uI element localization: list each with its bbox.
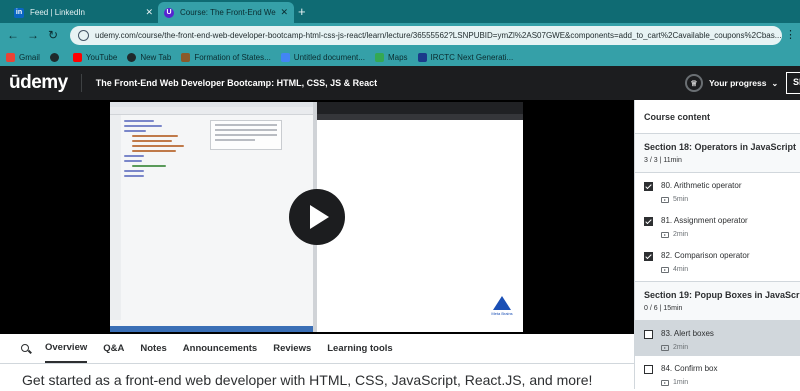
forward-arrow-icon[interactable]: → [26, 28, 40, 42]
play-button[interactable] [289, 189, 345, 245]
lecture-title: 81. Assignment operator [661, 216, 748, 225]
tab-overview[interactable]: Overview [45, 334, 88, 363]
video-icon [661, 379, 669, 386]
url-text: udemy.com/course/the-front-end-web-devel… [95, 31, 782, 40]
code-editor-thumbnail [110, 102, 317, 332]
completed-checkbox[interactable] [644, 252, 653, 261]
close-tab-icon[interactable]: ✕ [280, 7, 288, 18]
tab-reviews[interactable]: Reviews [273, 335, 311, 362]
lecture-title: 83. Alert boxes [661, 329, 714, 338]
lecture-title: 84. Confirm box [661, 364, 718, 373]
section-title: Section 18: Operators in JavaScript [644, 142, 797, 152]
tab-title: Course: The Front-End Web De [180, 8, 276, 17]
play-icon [310, 205, 329, 229]
irctc-icon [417, 52, 427, 62]
udemy-header: ūdemy The Front-End Web Developer Bootca… [0, 66, 800, 100]
header-divider [80, 74, 82, 92]
site-info-icon[interactable] [78, 30, 89, 41]
lecture-item-current[interactable]: 83. Alert boxes 2min [635, 321, 800, 356]
tab-title: Feed | LinkedIn [30, 8, 86, 17]
back-arrow-icon[interactable]: ← [6, 28, 20, 42]
globe-icon [49, 52, 59, 62]
browser-preview-thumbnail: Meta Brains [317, 102, 523, 332]
video-icon [661, 231, 669, 238]
section-header[interactable]: Section 19: Popup Boxes in JavaScript 0 … [635, 281, 800, 321]
bookmark-formation-of-states[interactable]: Formation of States... [181, 52, 271, 62]
lecture-title: 82. Comparison operator [661, 251, 750, 260]
video-icon [661, 196, 669, 203]
your-progress-button[interactable]: ♕ Your progress ⌄ [685, 74, 778, 92]
tab-announcements[interactable]: Announcements [183, 335, 257, 362]
search-icon[interactable] [21, 343, 31, 354]
section-header[interactable]: Section 18: Operators in JavaScript 3 / … [635, 134, 800, 173]
page-icon [181, 52, 191, 62]
close-tab-icon[interactable]: ✕ [145, 7, 153, 18]
course-headline: Get started as a front-end web developer… [22, 372, 593, 388]
bookmarks-bar: Gmail YouTube New Tab Formation of State… [0, 48, 800, 66]
section-title: Section 19: Popup Boxes in JavaScript [644, 290, 800, 300]
share-button[interactable]: Sh [786, 72, 800, 94]
browser-tabstrip: in Feed | LinkedIn ✕ U Course: The Front… [0, 0, 800, 23]
bookmark-gmail[interactable]: Gmail [6, 52, 40, 62]
maps-icon [374, 52, 384, 62]
sidebar-title: Course content [635, 100, 800, 134]
lecture-item[interactable]: 80. Arithmetic operator 5min [635, 173, 800, 208]
lecture-duration: 4min [673, 266, 689, 273]
video-icon [661, 266, 669, 273]
tab-learning-tools[interactable]: Learning tools [327, 335, 392, 362]
progress-label: Your progress [709, 78, 767, 88]
chevron-down-icon: ⌄ [771, 78, 779, 88]
reload-icon[interactable]: ↻ [46, 28, 60, 42]
more-menu-icon[interactable]: ⋮ [785, 28, 796, 41]
lecture-duration: 1min [673, 379, 689, 386]
video-icon [661, 344, 669, 351]
gmail-icon [6, 52, 15, 62]
bookmark-globe[interactable] [49, 52, 63, 62]
new-tab-button[interactable]: + [298, 4, 306, 19]
browser-toolbar: ← → ↻ udemy.com/course/the-front-end-web… [0, 23, 800, 48]
udemy-icon: U [164, 7, 174, 18]
address-bar[interactable]: udemy.com/course/the-front-end-web-devel… [70, 26, 782, 45]
section-summary: 0 / 6 | 15min [644, 305, 683, 312]
browser-tab-linkedin[interactable]: in Feed | LinkedIn ✕ [8, 2, 159, 23]
bookmark-new-tab[interactable]: New Tab [127, 52, 171, 62]
bookmark-maps[interactable]: Maps [374, 52, 408, 62]
editor-tooltip [210, 120, 282, 150]
lecture-duration: 2min [673, 344, 689, 351]
lecture-item[interactable]: 82. Comparison operator 4min [635, 243, 800, 278]
content-tabs: Overview Q&A Notes Announcements Reviews… [0, 334, 634, 364]
lecture-title: 80. Arithmetic operator [661, 181, 742, 190]
meta-brains-logo: Meta Brains [489, 296, 515, 320]
completed-checkbox[interactable] [644, 330, 653, 339]
lecture-item[interactable]: 84. Confirm box 1min [635, 356, 800, 391]
lecture-duration: 5min [673, 196, 689, 203]
course-title[interactable]: The Front-End Web Developer Bootcamp: HT… [96, 78, 377, 88]
globe-icon [127, 52, 137, 62]
completed-checkbox[interactable] [644, 182, 653, 191]
tab-qa[interactable]: Q&A [103, 335, 124, 362]
completed-checkbox[interactable] [644, 217, 653, 226]
tab-notes[interactable]: Notes [140, 335, 166, 362]
lecture-duration: 2min [673, 231, 689, 238]
docs-icon [280, 52, 290, 62]
trophy-icon: ♕ [685, 74, 703, 92]
bookmark-untitled-document[interactable]: Untitled document... [280, 52, 365, 62]
bookmark-youtube[interactable]: YouTube [72, 52, 117, 62]
bookmark-irctc[interactable]: IRCTC Next Generati... [417, 52, 513, 62]
section-summary: 3 / 3 | 11min [644, 157, 682, 164]
lecture-item[interactable]: 81. Assignment operator 2min [635, 208, 800, 243]
udemy-logo[interactable]: ūdemy [9, 72, 68, 94]
completed-checkbox[interactable] [644, 365, 653, 374]
linkedin-icon: in [14, 7, 24, 18]
browser-tab-udemy[interactable]: U Course: The Front-End Web De ✕ [158, 2, 294, 23]
course-content-sidebar: Course content Section 18: Operators in … [634, 100, 800, 389]
youtube-icon [72, 52, 82, 62]
